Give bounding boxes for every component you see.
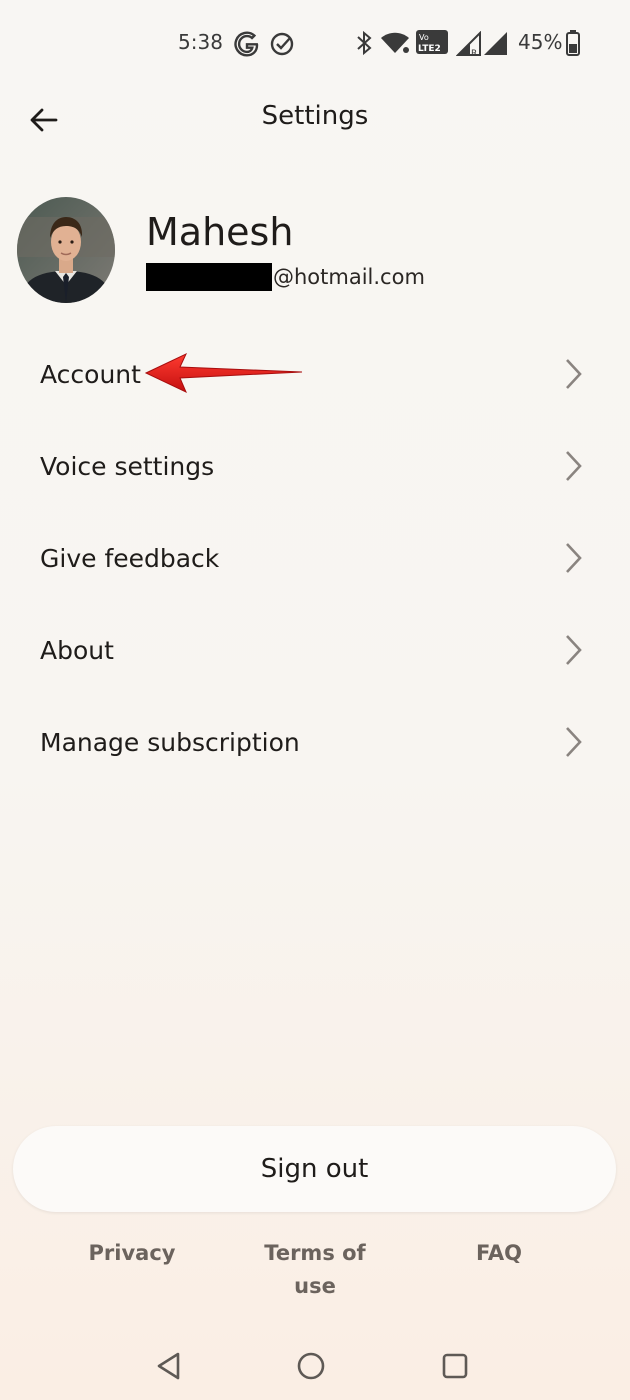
- status-bar: 5:38 Vo LTE2 R 45%: [0, 0, 630, 86]
- google-icon: [234, 31, 259, 57]
- svg-text:R: R: [471, 49, 477, 57]
- menu-item-voice-settings[interactable]: Voice settings: [0, 420, 630, 512]
- battery-icon: [566, 30, 580, 56]
- chevron-right-icon: [566, 727, 582, 757]
- chevron-right-icon: [566, 451, 582, 481]
- avatar: [17, 197, 115, 303]
- battery-percent: 45%: [518, 30, 563, 54]
- back-triangle-icon: [157, 1352, 180, 1380]
- bluetooth-icon: [357, 30, 372, 56]
- menu-item-about[interactable]: About: [0, 604, 630, 696]
- wifi-icon: [381, 32, 409, 53]
- menu-item-label: Account: [40, 359, 141, 389]
- sign-out-label: Sign out: [260, 1154, 369, 1184]
- menu-item-label: Manage subscription: [40, 727, 300, 757]
- sign-out-button[interactable]: Sign out: [13, 1126, 616, 1212]
- volte-icon: Vo LTE2: [416, 30, 448, 54]
- svg-text:Vo: Vo: [419, 33, 429, 42]
- chevron-right-icon: [566, 543, 582, 573]
- check-circle-icon: [270, 32, 294, 56]
- signal-roaming-icon: R: [456, 31, 481, 57]
- nav-recents-button[interactable]: [435, 1346, 475, 1386]
- menu-item-give-feedback[interactable]: Give feedback: [0, 512, 630, 604]
- privacy-link[interactable]: Privacy: [70, 1237, 194, 1270]
- profile-email: @hotmail.com: [146, 262, 425, 292]
- home-circle-icon: [297, 1352, 325, 1380]
- terms-of-use-link[interactable]: Terms of use: [250, 1237, 380, 1303]
- red-arrow-icon: [144, 352, 303, 394]
- profile-name: Mahesh: [146, 210, 294, 254]
- menu-item-manage-subscription[interactable]: Manage subscription: [0, 696, 630, 788]
- settings-menu: Account Voice settings Give feedback Abo…: [0, 328, 630, 788]
- system-nav-bar: [0, 1330, 630, 1400]
- faq-link[interactable]: FAQ: [458, 1237, 540, 1270]
- email-redaction: [146, 263, 272, 291]
- email-suffix: @hotmail.com: [273, 265, 425, 289]
- menu-item-label: Give feedback: [40, 543, 220, 573]
- status-time: 5:38: [178, 30, 223, 54]
- menu-item-account[interactable]: Account: [0, 328, 630, 420]
- chevron-right-icon: [566, 635, 582, 665]
- chevron-right-icon: [566, 359, 582, 389]
- menu-item-label: Voice settings: [40, 451, 215, 481]
- recents-square-icon: [442, 1353, 468, 1379]
- menu-item-label: About: [40, 635, 114, 665]
- nav-back-button[interactable]: [148, 1346, 188, 1386]
- page-title: Settings: [261, 101, 369, 131]
- signal-icon: [484, 32, 507, 55]
- svg-text:LTE2: LTE2: [418, 44, 441, 54]
- nav-home-button[interactable]: [291, 1346, 331, 1386]
